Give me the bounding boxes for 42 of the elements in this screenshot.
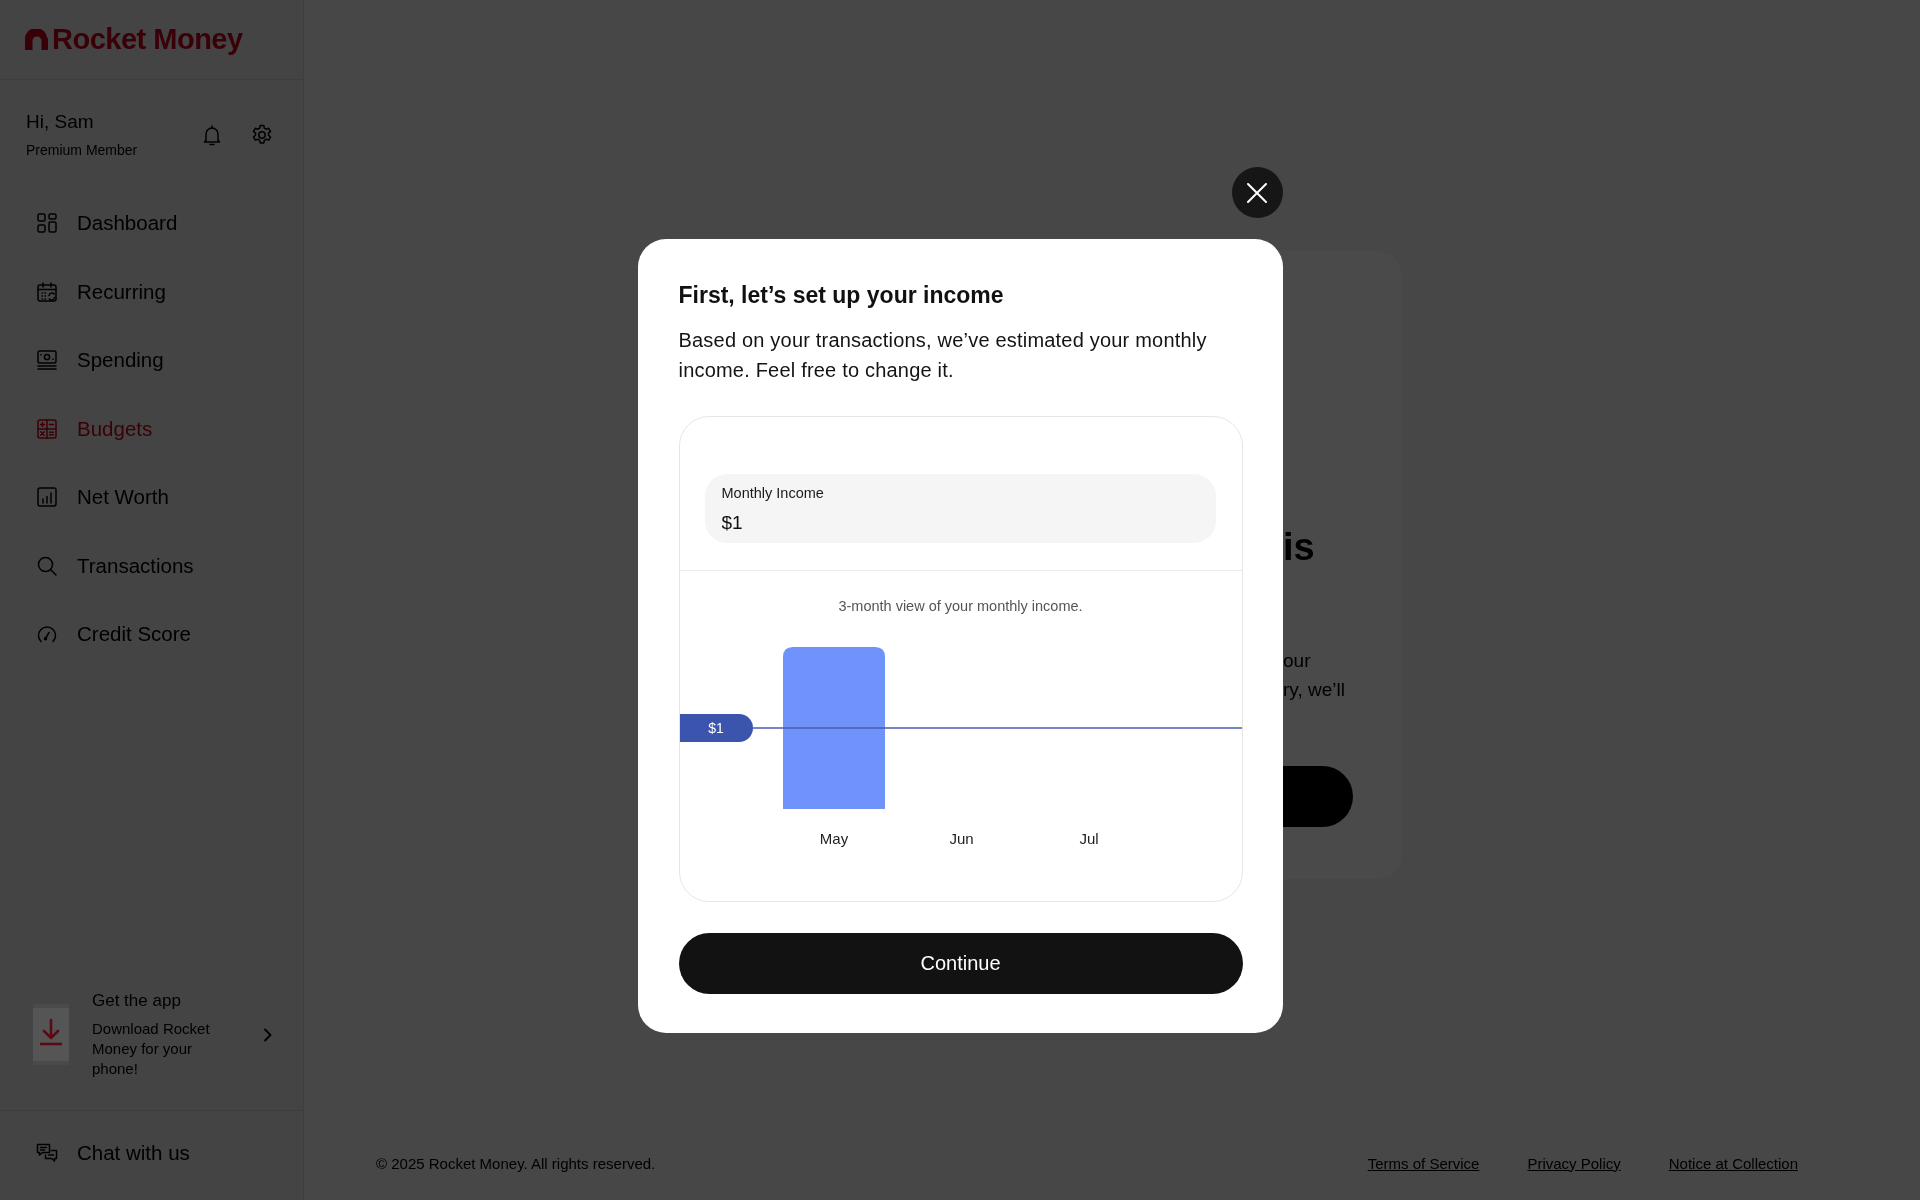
nav-item[interactable]: Dashboard xyxy=(0,189,303,258)
phone-download-icon xyxy=(33,1004,69,1065)
card-text: our xyxy=(1283,649,1312,673)
settings-button[interactable] xyxy=(250,122,274,147)
membership-text: Premium Member xyxy=(26,141,139,159)
month-label: Jun xyxy=(948,830,974,847)
card-text: ry, we’ll xyxy=(1283,678,1345,702)
card-button[interactable] xyxy=(1283,766,1353,827)
arch-icon xyxy=(25,29,49,50)
promo-title: Get the app xyxy=(92,990,182,1012)
copyright-text: © 2025 Rocket Money. All rights reserved. xyxy=(376,1154,657,1172)
close-button[interactable] xyxy=(1231,167,1283,218)
nav-item[interactable]: Recurring xyxy=(0,257,303,326)
card-heading: is xyxy=(1283,525,1315,570)
promo-text: Download Rocket Money for your phone! xyxy=(92,1019,211,1079)
field-label: Monthly Income xyxy=(721,484,824,502)
calculator-icon xyxy=(35,416,59,441)
nav-item[interactable]: Spending xyxy=(0,326,303,395)
chart-caption: 3-month view of your monthly income. xyxy=(837,597,1084,615)
line-label: $1 xyxy=(679,714,753,742)
grid-icon xyxy=(35,211,59,236)
close-icon xyxy=(1247,182,1267,203)
banknote-icon xyxy=(35,348,59,373)
nav-item[interactable]: Credit Score xyxy=(0,600,303,669)
dialog-description: Based on your transactions, we’ve estimated your monthly income. Feel free to change it. xyxy=(678,328,1208,383)
nav-item[interactable]: Net Worth xyxy=(0,463,303,532)
footer-link[interactable]: Privacy Policy xyxy=(1527,1154,1621,1172)
footer-link[interactable]: Notice at Collection xyxy=(1668,1154,1798,1172)
calendar-icon xyxy=(35,279,59,304)
logo-text: Rocket Money xyxy=(52,23,243,56)
nav-item[interactable]: Transactions xyxy=(0,531,303,600)
chat-link[interactable]: Chat with us xyxy=(0,1111,303,1200)
bar-chart-icon xyxy=(35,485,59,510)
dialog-title: First, let’s set up your income xyxy=(678,281,1005,310)
greeting-text: Hi, Sam xyxy=(26,110,95,134)
nav-item[interactable]: Budgets xyxy=(0,394,303,463)
month-label: May xyxy=(819,830,848,847)
month-label: Jul xyxy=(1078,830,1099,847)
chevron-right-icon[interactable] xyxy=(262,1027,274,1042)
footer-link[interactable]: Terms of Service xyxy=(1367,1154,1480,1172)
gear-icon xyxy=(250,122,274,147)
continue-button[interactable]: Continue xyxy=(678,933,1243,994)
